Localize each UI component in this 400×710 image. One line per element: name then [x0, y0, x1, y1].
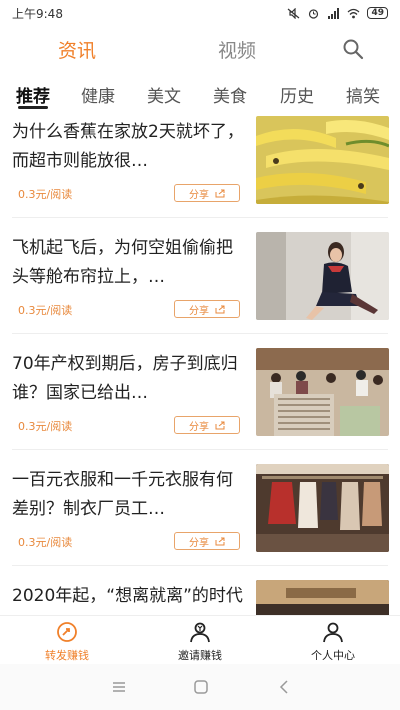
share-arrow-icon: [215, 537, 225, 545]
article-title[interactable]: 2020年起，“想离就离”的时代结束了，想离婚必…: [12, 582, 248, 615]
divider: [12, 217, 388, 218]
article-price: 0.3元/阅读: [18, 420, 73, 433]
share-label: 分享: [189, 537, 209, 549]
divider: [12, 333, 388, 334]
share-arrow-icon: [215, 421, 225, 429]
article-card[interactable]: 2020年起，“想离就离”的时代结束了，想离婚必…: [0, 576, 400, 615]
search-icon[interactable]: [342, 38, 364, 60]
signal-icon: [328, 7, 340, 19]
article-title[interactable]: 飞机起飞后，为何空姐偷偷把头等舱布帘拉上，…: [12, 234, 248, 294]
article-thumbnail[interactable]: [256, 464, 389, 552]
share-money-icon: [57, 622, 77, 642]
category-funny[interactable]: 搞笑: [346, 82, 380, 107]
share-button[interactable]: 分享: [174, 184, 240, 202]
share-label: 分享: [189, 305, 209, 317]
category-bar: 推荐 健康 美文 美食 历史 搞笑: [0, 76, 400, 112]
article-title[interactable]: 一百元衣服和一千元衣服有何差别？制衣厂员工…: [12, 466, 248, 526]
category-recommend[interactable]: 推荐: [16, 82, 50, 107]
category-food[interactable]: 美食: [213, 82, 247, 107]
share-button[interactable]: 分享: [174, 300, 240, 318]
system-navigation-bar: [0, 664, 400, 710]
article-card[interactable]: 为什么香蕉在家放2天就坏了，而超市则能放很… 0.3元/阅读 分享: [0, 112, 400, 228]
alarm-icon: [309, 8, 319, 19]
share-label: 分享: [189, 421, 209, 433]
share-label: 分享: [189, 189, 209, 201]
article-card[interactable]: 一百元衣服和一千元衣服有何差别？制衣厂员工… 0.3元/阅读 分享: [0, 460, 400, 576]
user-icon: [323, 622, 343, 643]
article-title[interactable]: 为什么香蕉在家放2天就坏了，而超市则能放很…: [12, 118, 248, 178]
tab-video[interactable]: 视频: [218, 36, 256, 63]
battery-indicator: 49: [367, 7, 388, 19]
article-thumbnail[interactable]: [256, 116, 389, 204]
back-icon[interactable]: [276, 678, 294, 696]
divider: [12, 565, 388, 566]
category-active-indicator: [18, 106, 48, 109]
wifi-icon: [348, 8, 360, 18]
tab-news[interactable]: 资讯: [58, 36, 96, 63]
nav-label: 转发赚钱: [45, 649, 89, 662]
article-thumbnail[interactable]: [256, 580, 389, 615]
bottom-nav: 转发赚钱 邀请赚钱 个人中心: [0, 615, 400, 663]
home-icon[interactable]: [192, 678, 210, 696]
article-card[interactable]: 飞机起飞后，为何空姐偷偷把头等舱布帘拉上，… 0.3元/阅读 分享: [0, 228, 400, 344]
divider: [12, 449, 388, 450]
menu-icon[interactable]: [110, 678, 128, 696]
article-feed[interactable]: 为什么香蕉在家放2天就坏了，而超市则能放很… 0.3元/阅读 分享 飞机起飞后，…: [0, 112, 400, 615]
article-price: 0.3元/阅读: [18, 536, 73, 549]
category-history[interactable]: 历史: [280, 82, 314, 107]
category-essay[interactable]: 美文: [147, 82, 181, 107]
article-thumbnail[interactable]: [256, 348, 389, 436]
article-card[interactable]: 70年产权到期后，房子到底归谁？国家已给出… 0.3元/阅读 分享: [0, 344, 400, 460]
share-arrow-icon: [215, 189, 225, 197]
status-icons: 49: [287, 7, 388, 19]
mute-icon: [288, 7, 300, 19]
nav-share-earn[interactable]: 转发赚钱: [22, 620, 112, 663]
invite-money-icon: [190, 622, 210, 643]
nav-label: 邀请赚钱: [178, 649, 222, 662]
top-tabs: 资讯 视频: [0, 28, 400, 72]
share-button[interactable]: 分享: [174, 532, 240, 550]
article-thumbnail[interactable]: [256, 232, 389, 320]
status-time: 上午9:48: [12, 6, 63, 21]
nav-profile[interactable]: 个人中心: [288, 620, 378, 663]
nav-label: 个人中心: [311, 649, 355, 662]
article-price: 0.3元/阅读: [18, 304, 73, 317]
share-button[interactable]: 分享: [174, 416, 240, 434]
category-health[interactable]: 健康: [81, 82, 115, 107]
nav-invite-earn[interactable]: 邀请赚钱: [155, 620, 245, 663]
article-title[interactable]: 70年产权到期后，房子到底归谁？国家已给出…: [12, 350, 248, 410]
share-arrow-icon: [215, 305, 225, 313]
status-bar: 上午9:48 49: [0, 0, 400, 26]
article-price: 0.3元/阅读: [18, 188, 73, 201]
